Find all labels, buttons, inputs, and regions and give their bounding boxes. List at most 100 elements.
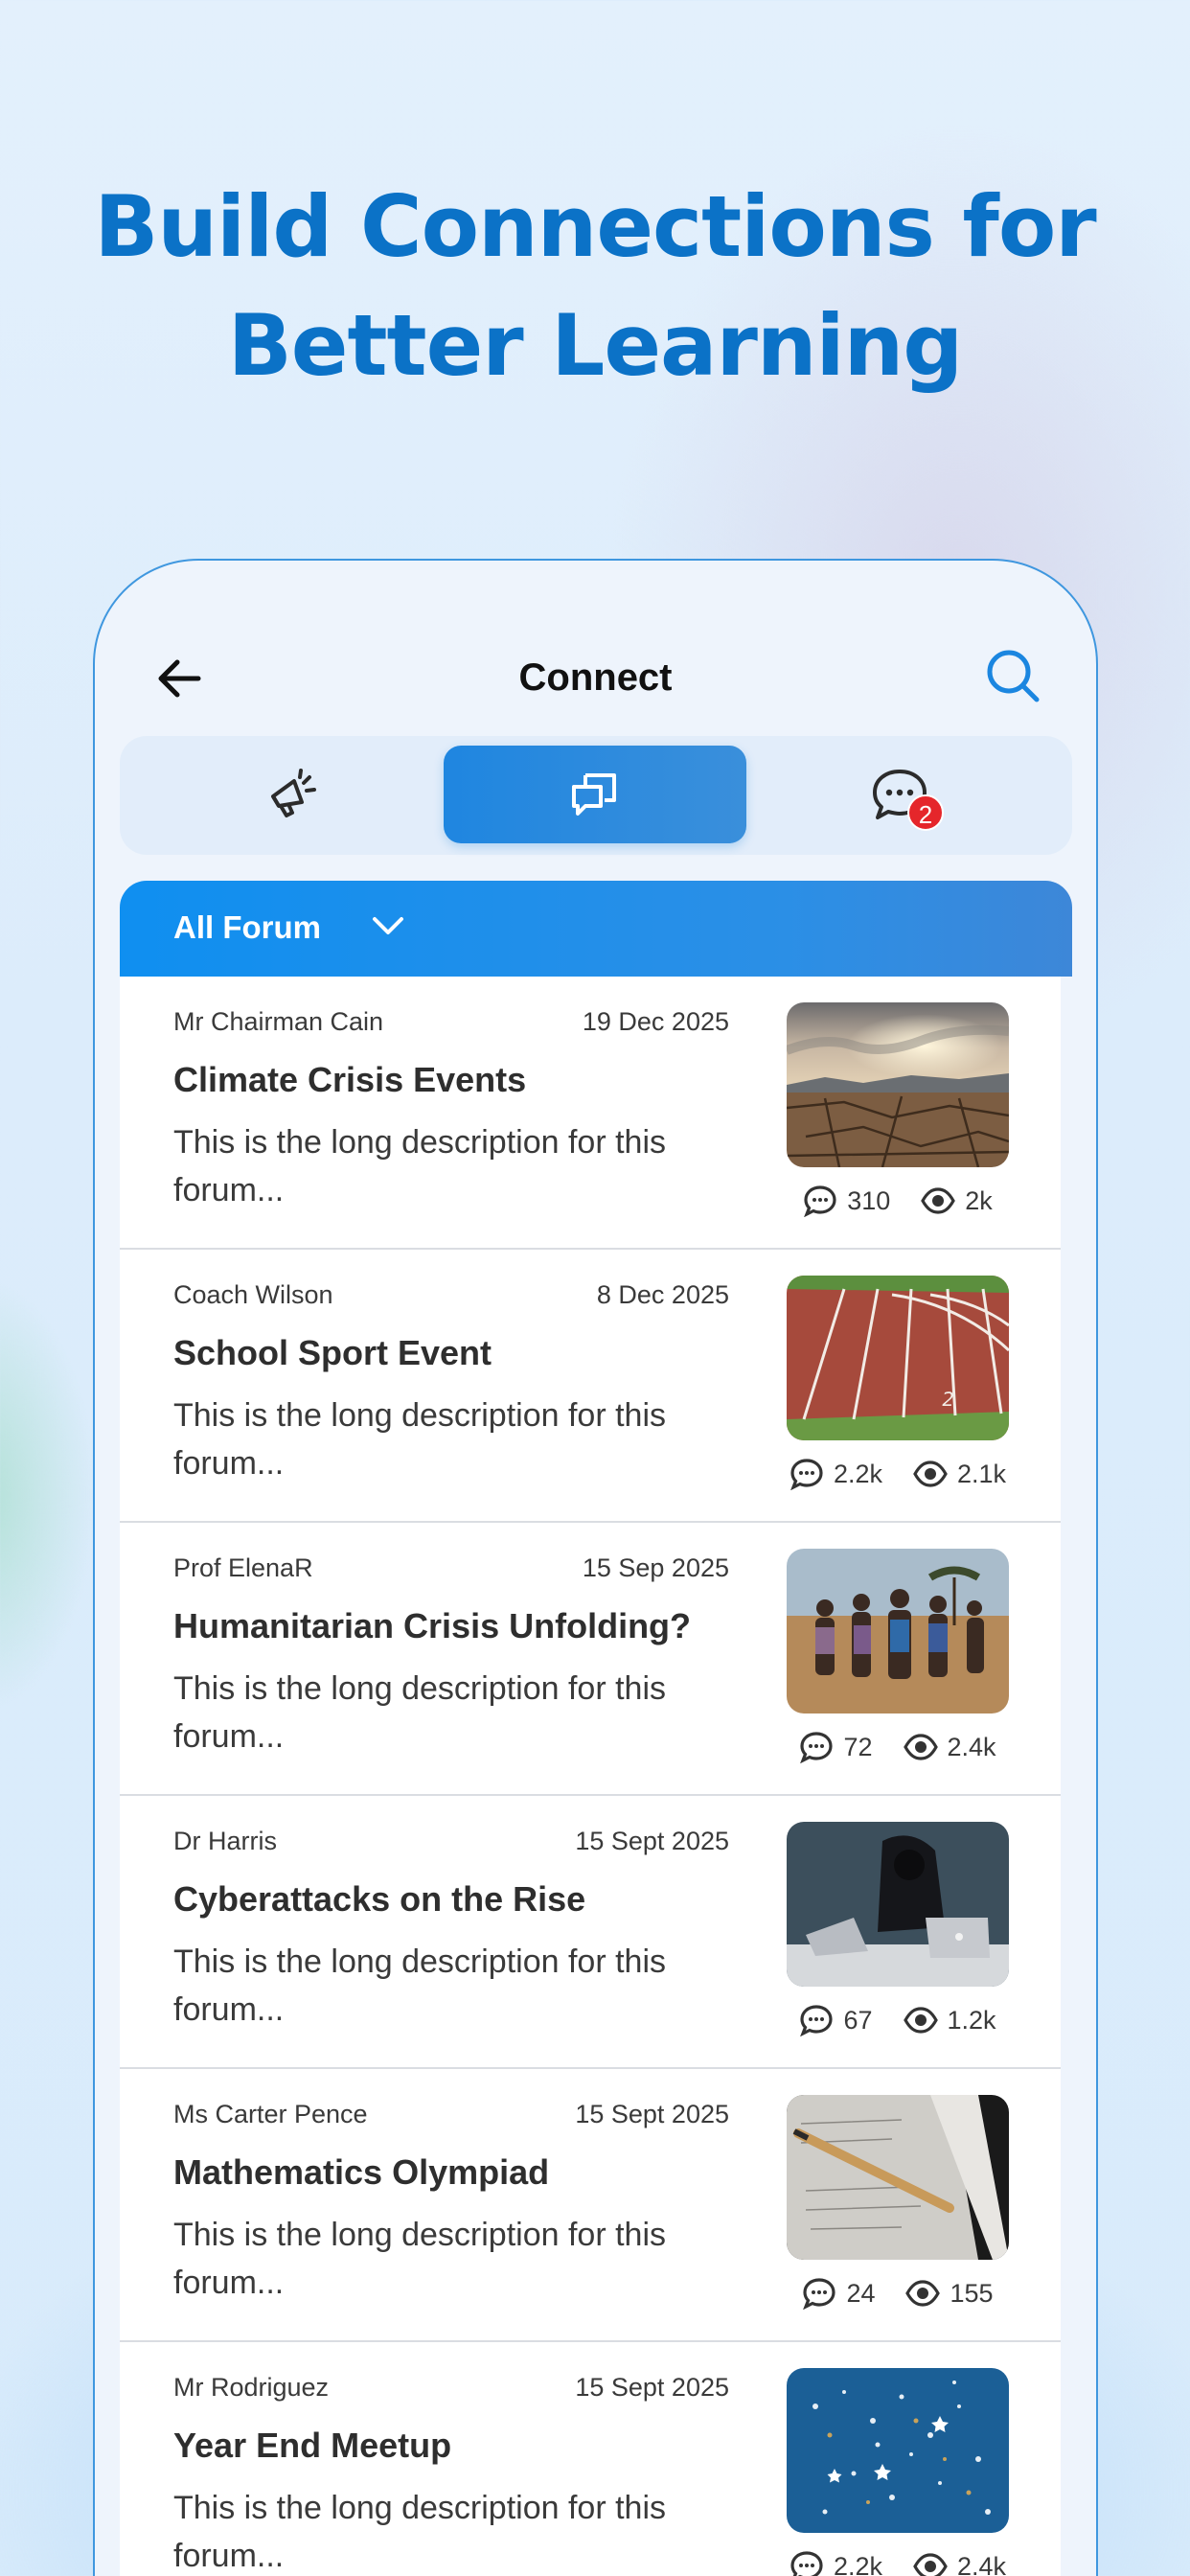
comment-icon bbox=[800, 2005, 834, 2036]
forum-item[interactable]: Ms Carter Pence 15 Sept 2025 Mathematics… bbox=[120, 2069, 1061, 2342]
forum-item[interactable]: Mr Rodriguez 15 Sept 2025 Year End Meetu… bbox=[120, 2342, 1061, 2576]
forum-title: Humanitarian Crisis Unfolding? bbox=[173, 1606, 692, 1645]
phone-frame: Connect 2 All Forum Mr Chairman Cain 19 … bbox=[93, 559, 1098, 2576]
forum-title: Year End Meetup bbox=[173, 2426, 452, 2465]
unread-badge: 2 bbox=[907, 794, 944, 831]
forum-author: Dr Harris bbox=[173, 1827, 277, 1855]
comment-count: 72 bbox=[799, 1731, 873, 1763]
confetti-image bbox=[787, 2368, 1009, 2533]
forum-description: This is the long description for this fo… bbox=[173, 1670, 667, 1755]
view-count: 2k bbox=[921, 1184, 993, 1217]
comment-count: 2.2k bbox=[790, 2550, 882, 2576]
view-count: 2.1k bbox=[913, 1458, 1006, 1490]
forum-filter-label: All Forum bbox=[173, 909, 321, 945]
eye-icon bbox=[913, 1460, 948, 1487]
forum-item[interactable]: Mr Chairman Cain 19 Dec 2025 Climate Cri… bbox=[120, 977, 1061, 1250]
comment-count-value: 2.2k bbox=[833, 2551, 882, 2576]
forum-stats: 72 2.4k bbox=[752, 1728, 1043, 1766]
forum-title: Cyberattacks on the Rise bbox=[173, 1879, 586, 1919]
forum-thumbnail bbox=[787, 1549, 1009, 1714]
forum-description: This is the long description for this fo… bbox=[173, 2490, 667, 2574]
view-count-value: 155 bbox=[950, 2278, 994, 2308]
comment-count-value: 24 bbox=[846, 2278, 876, 2308]
eye-icon bbox=[913, 2553, 948, 2576]
forum-stats: 24 155 bbox=[752, 2274, 1043, 2312]
search-icon bbox=[987, 650, 1040, 702]
forum-item[interactable]: Prof ElenaR 15 Sep 2025 Humanitarian Cri… bbox=[120, 1523, 1061, 1796]
comment-icon bbox=[804, 1185, 836, 1217]
forum-date: 15 Sep 2025 bbox=[582, 1553, 729, 1582]
view-count: 1.2k bbox=[903, 2004, 996, 2036]
cracked-earth-image bbox=[787, 1002, 1009, 1167]
forum-title: Mathematics Olympiad bbox=[173, 2152, 550, 2192]
forum-author: Mr Chairman Cain bbox=[173, 1007, 384, 1036]
comment-count-value: 67 bbox=[843, 2005, 873, 2035]
forum-author: Ms Carter Pence bbox=[173, 2100, 368, 2128]
forum-icon bbox=[572, 773, 616, 816]
headline-line-1: Build Connections for bbox=[94, 177, 1096, 276]
forum-date: 19 Dec 2025 bbox=[582, 1007, 729, 1036]
view-count: 2.4k bbox=[903, 1731, 996, 1763]
children-image bbox=[787, 1549, 1009, 1714]
arrow-left-icon bbox=[158, 659, 201, 698]
forum-description: This is the long description for this fo… bbox=[173, 1124, 667, 1208]
view-count-value: 1.2k bbox=[947, 2005, 996, 2035]
comment-icon bbox=[790, 1459, 823, 1490]
forum-item[interactable]: Dr Harris 15 Sept 2025 Cyberattacks on t… bbox=[120, 1796, 1061, 2069]
forum-stats: 67 1.2k bbox=[752, 2001, 1043, 2039]
headline: Build Connections for Better Learning bbox=[0, 168, 1190, 405]
forum-author: Prof ElenaR bbox=[173, 1553, 313, 1582]
forum-list: Mr Chairman Cain 19 Dec 2025 Climate Cri… bbox=[120, 977, 1061, 2576]
tab-messages[interactable]: 2 bbox=[748, 746, 1051, 843]
screen-title: Connect bbox=[518, 656, 673, 699]
forum-title: School Sport Event bbox=[173, 1333, 492, 1372]
forum-title: Climate Crisis Events bbox=[173, 1060, 527, 1099]
view-count-value: 2.4k bbox=[947, 1732, 996, 1761]
view-count: 2.4k bbox=[913, 2550, 1006, 2576]
forum-item[interactable]: Coach Wilson 8 Dec 2025 School Sport Eve… bbox=[120, 1250, 1061, 1523]
forum-date: 15 Sept 2025 bbox=[575, 2100, 729, 2128]
forum-thumbnail bbox=[787, 1002, 1009, 1167]
forum-description: This is the long description for this fo… bbox=[173, 2217, 667, 2301]
forum-thumbnail bbox=[787, 2095, 1009, 2260]
comment-count-value: 310 bbox=[847, 1185, 891, 1215]
view-count-value: 2k bbox=[965, 1185, 993, 1215]
forum-date: 15 Sept 2025 bbox=[575, 1827, 729, 1855]
forum-thumbnail bbox=[787, 1822, 1009, 1987]
forum-author: Mr Rodriguez bbox=[173, 2373, 330, 2402]
eye-icon bbox=[903, 2007, 938, 2034]
comment-count: 24 bbox=[802, 2277, 875, 2310]
forum-stats: 2.2k 2.1k bbox=[752, 1455, 1043, 1493]
comment-icon bbox=[800, 1732, 834, 1763]
forum-thumbnail: 1 2 bbox=[787, 1276, 1009, 1440]
eye-icon bbox=[921, 1187, 956, 1214]
forum-date: 8 Dec 2025 bbox=[596, 1280, 729, 1309]
tab-bar: 2 bbox=[120, 736, 1072, 855]
forum-author: Coach Wilson bbox=[173, 1280, 333, 1309]
view-count-value: 2.1k bbox=[957, 1459, 1007, 1488]
headline-line-2: Better Learning bbox=[227, 296, 964, 395]
forum-stats: 2.2k 2.4k bbox=[752, 2547, 1043, 2576]
back-button[interactable] bbox=[152, 652, 206, 705]
comment-count-value: 2.2k bbox=[833, 1459, 882, 1488]
forum-filter-dropdown[interactable]: All Forum bbox=[120, 881, 1072, 977]
eye-icon bbox=[903, 1734, 938, 1760]
hacker-laptop-image bbox=[787, 1822, 1009, 1987]
chevron-down-icon bbox=[373, 917, 403, 934]
pen-paper-image bbox=[787, 2095, 1009, 2260]
forum-stats: 310 2k bbox=[752, 1182, 1043, 1220]
forum-description: This is the long description for this fo… bbox=[173, 1944, 667, 2028]
search-button[interactable] bbox=[984, 647, 1043, 706]
comment-count: 67 bbox=[799, 2004, 873, 2036]
comment-count-value: 72 bbox=[843, 1732, 873, 1761]
top-bar: Connect bbox=[95, 561, 1096, 714]
comment-count: 2.2k bbox=[790, 1458, 882, 1490]
running-track-image: 1 2 bbox=[787, 1276, 1009, 1440]
tab-forum[interactable] bbox=[444, 746, 746, 843]
megaphone-icon bbox=[271, 769, 316, 817]
view-count-value: 2.4k bbox=[957, 2551, 1007, 2576]
comment-count: 310 bbox=[803, 1184, 890, 1217]
eye-icon bbox=[905, 2280, 941, 2307]
forum-thumbnail bbox=[787, 2368, 1009, 2533]
tab-announcements[interactable] bbox=[141, 746, 444, 843]
